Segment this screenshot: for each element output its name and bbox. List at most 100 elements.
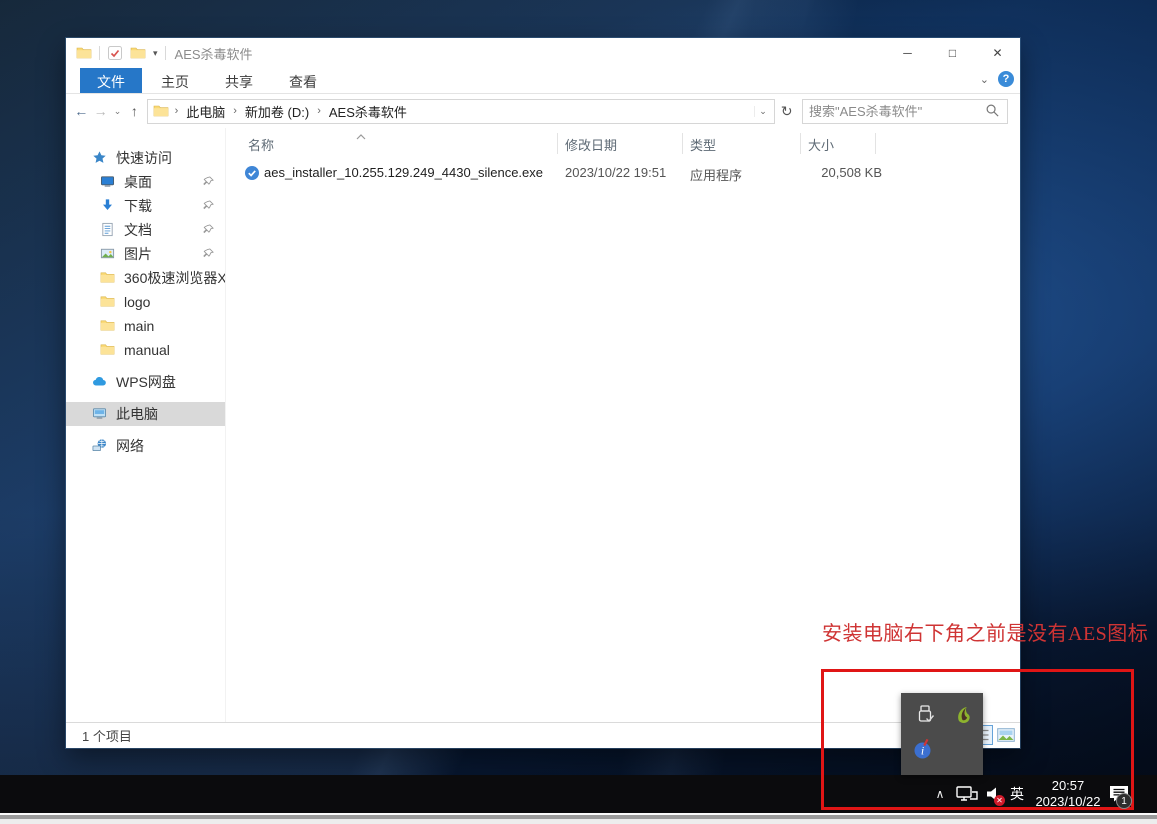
item-count: 1 个项目	[82, 729, 132, 744]
tab-share[interactable]: 共享	[208, 68, 270, 93]
file-row[interactable]: aes_installer_10.255.129.249_4430_silenc…	[234, 161, 894, 185]
minimize-button[interactable]: ─	[885, 38, 930, 68]
column-header-type[interactable]: 类型	[690, 132, 716, 156]
sidebar-item-network[interactable]: 网络	[66, 434, 225, 458]
sidebar-item-label: 桌面	[124, 174, 152, 190]
sidebar-item-pictures[interactable]: 图片	[66, 242, 225, 266]
navigation-pane: 快速访问 桌面 下载 文档 图片 360极速浏览器X logo main man…	[66, 128, 226, 722]
quick-access-toolbar-dropdown[interactable]: ▾	[153, 48, 158, 59]
chevron-down-icon[interactable]: ⌄	[980, 73, 989, 86]
document-icon	[100, 222, 116, 238]
pin-icon	[202, 223, 215, 239]
pin-icon	[202, 247, 215, 263]
sidebar-item-label: main	[124, 318, 155, 334]
ribbon-tab-bar: 文件 主页 共享 查看 ⌄ ?	[66, 68, 1020, 94]
desktop-icon	[100, 174, 116, 190]
file-name: aes_installer_10.255.129.249_4430_silenc…	[264, 165, 543, 180]
window-controls: ─ □ ✕	[885, 38, 1020, 68]
close-button[interactable]: ✕	[975, 38, 1020, 68]
window-folder-icon	[76, 45, 92, 61]
folder-icon	[100, 270, 116, 286]
sidebar-item-label: 下载	[124, 198, 152, 214]
folder-icon	[100, 294, 116, 310]
file-modified-date: 2023/10/22 19:51	[565, 165, 667, 180]
highlight-rectangle	[821, 669, 1134, 810]
sidebar-item-label: 此电脑	[116, 406, 158, 422]
sidebar-item-label: manual	[124, 342, 170, 358]
maximize-button[interactable]: □	[930, 38, 975, 68]
sidebar-item-documents[interactable]: 文档	[66, 218, 225, 242]
tab-view[interactable]: 查看	[272, 68, 334, 93]
sidebar-item-360-browser-downloads[interactable]: 360极速浏览器X下载	[66, 266, 225, 290]
column-divider[interactable]	[875, 133, 876, 154]
sidebar-item-label: 图片	[124, 246, 152, 262]
breadcrumb-separator: ›	[317, 105, 321, 117]
column-header-size[interactable]: 大小	[808, 132, 834, 156]
new-folder-icon[interactable]	[130, 45, 146, 61]
sidebar-item-manual[interactable]: manual	[66, 338, 225, 362]
pin-icon	[202, 199, 215, 215]
breadcrumb-current-folder[interactable]: AES杀毒软件	[327, 102, 409, 121]
file-type: 应用程序	[690, 168, 743, 183]
sidebar-item-label: 360极速浏览器X下载	[124, 270, 226, 286]
up-button[interactable]: ↑	[127, 103, 141, 119]
column-header-modified[interactable]: 修改日期	[565, 132, 617, 156]
sidebar-item-downloads[interactable]: 下载	[66, 194, 225, 218]
breadcrumb-separator: ›	[233, 105, 237, 117]
checkmark-icon[interactable]	[107, 45, 123, 61]
title-bar: ▾ AES杀毒软件 ─ □ ✕	[66, 38, 1020, 68]
back-button[interactable]: ←	[74, 103, 88, 119]
history-dropdown-icon[interactable]: ⌄	[113, 106, 122, 117]
tab-file[interactable]: 文件	[80, 68, 142, 93]
sidebar-item-label: 快速访问	[116, 150, 172, 166]
column-divider[interactable]	[557, 133, 558, 154]
annotation-text: 安装电脑右下角之前是没有AES图标	[822, 623, 1149, 645]
folder-icon	[100, 318, 116, 334]
sidebar-item-label: WPS网盘	[116, 374, 176, 390]
sidebar-item-desktop[interactable]: 桌面	[66, 170, 225, 194]
forward-button[interactable]: →	[93, 103, 108, 119]
shield-check-icon	[244, 165, 260, 181]
pin-icon	[202, 175, 215, 191]
breadcrumb-this-pc[interactable]: 此电脑	[184, 102, 227, 121]
sidebar-item-label: logo	[124, 294, 151, 310]
sidebar-item-label: 网络	[116, 438, 144, 454]
help-button[interactable]: ?	[998, 71, 1014, 87]
column-divider[interactable]	[682, 133, 683, 154]
desktop: ▾ AES杀毒软件 ─ □ ✕ 文件 主页 共享 查看 ⌄ ? ← → ⌄ ↑	[0, 0, 1157, 824]
computer-icon	[92, 406, 108, 422]
address-bar[interactable]: › 此电脑 › 新加卷 (D:) › AES杀毒软件 ⌄	[146, 98, 775, 124]
separator	[164, 46, 166, 60]
tab-home[interactable]: 主页	[144, 68, 206, 93]
window-title: AES杀毒软件	[174, 46, 253, 62]
address-bar-row: ← → ⌄ ↑ › 此电脑 › 新加卷 (D:) › AES杀毒软件 ⌄ ↻	[66, 94, 1020, 128]
search-icon[interactable]	[985, 103, 1001, 119]
sidebar-item-wps-cloud[interactable]: WPS网盘	[66, 370, 225, 394]
ribbon-right-controls: ⌄ ?	[980, 71, 1014, 87]
pictures-icon	[100, 246, 116, 262]
breadcrumb-drive-d[interactable]: 新加卷 (D:)	[243, 102, 311, 121]
sidebar-item-logo[interactable]: logo	[66, 290, 225, 314]
refresh-icon[interactable]: ↻	[780, 103, 794, 120]
search-input[interactable]	[809, 103, 986, 119]
column-divider[interactable]	[800, 133, 801, 154]
notification-count-badge[interactable]: 1	[1116, 793, 1132, 809]
breadcrumb-separator: ›	[174, 105, 179, 117]
separator	[99, 46, 100, 60]
sidebar-item-this-pc[interactable]: 此电脑	[66, 402, 225, 426]
folder-icon	[100, 342, 116, 358]
folder-icon	[153, 103, 169, 119]
sidebar-item-main[interactable]: main	[66, 314, 225, 338]
download-icon	[100, 198, 116, 214]
column-header-name[interactable]: 名称	[248, 132, 274, 156]
search-box	[802, 98, 1009, 124]
address-dropdown-icon[interactable]: ⌄	[753, 105, 772, 117]
network-icon	[92, 438, 108, 454]
screen-bottom-strip	[0, 813, 1157, 824]
sidebar-item-quick-access[interactable]: 快速访问	[66, 146, 225, 170]
file-size: 20,508 KB	[821, 165, 882, 180]
quick-access-star-icon	[92, 150, 108, 166]
cloud-icon	[92, 374, 108, 390]
sidebar-item-label: 文档	[124, 222, 152, 238]
sort-ascending-icon	[356, 128, 366, 143]
